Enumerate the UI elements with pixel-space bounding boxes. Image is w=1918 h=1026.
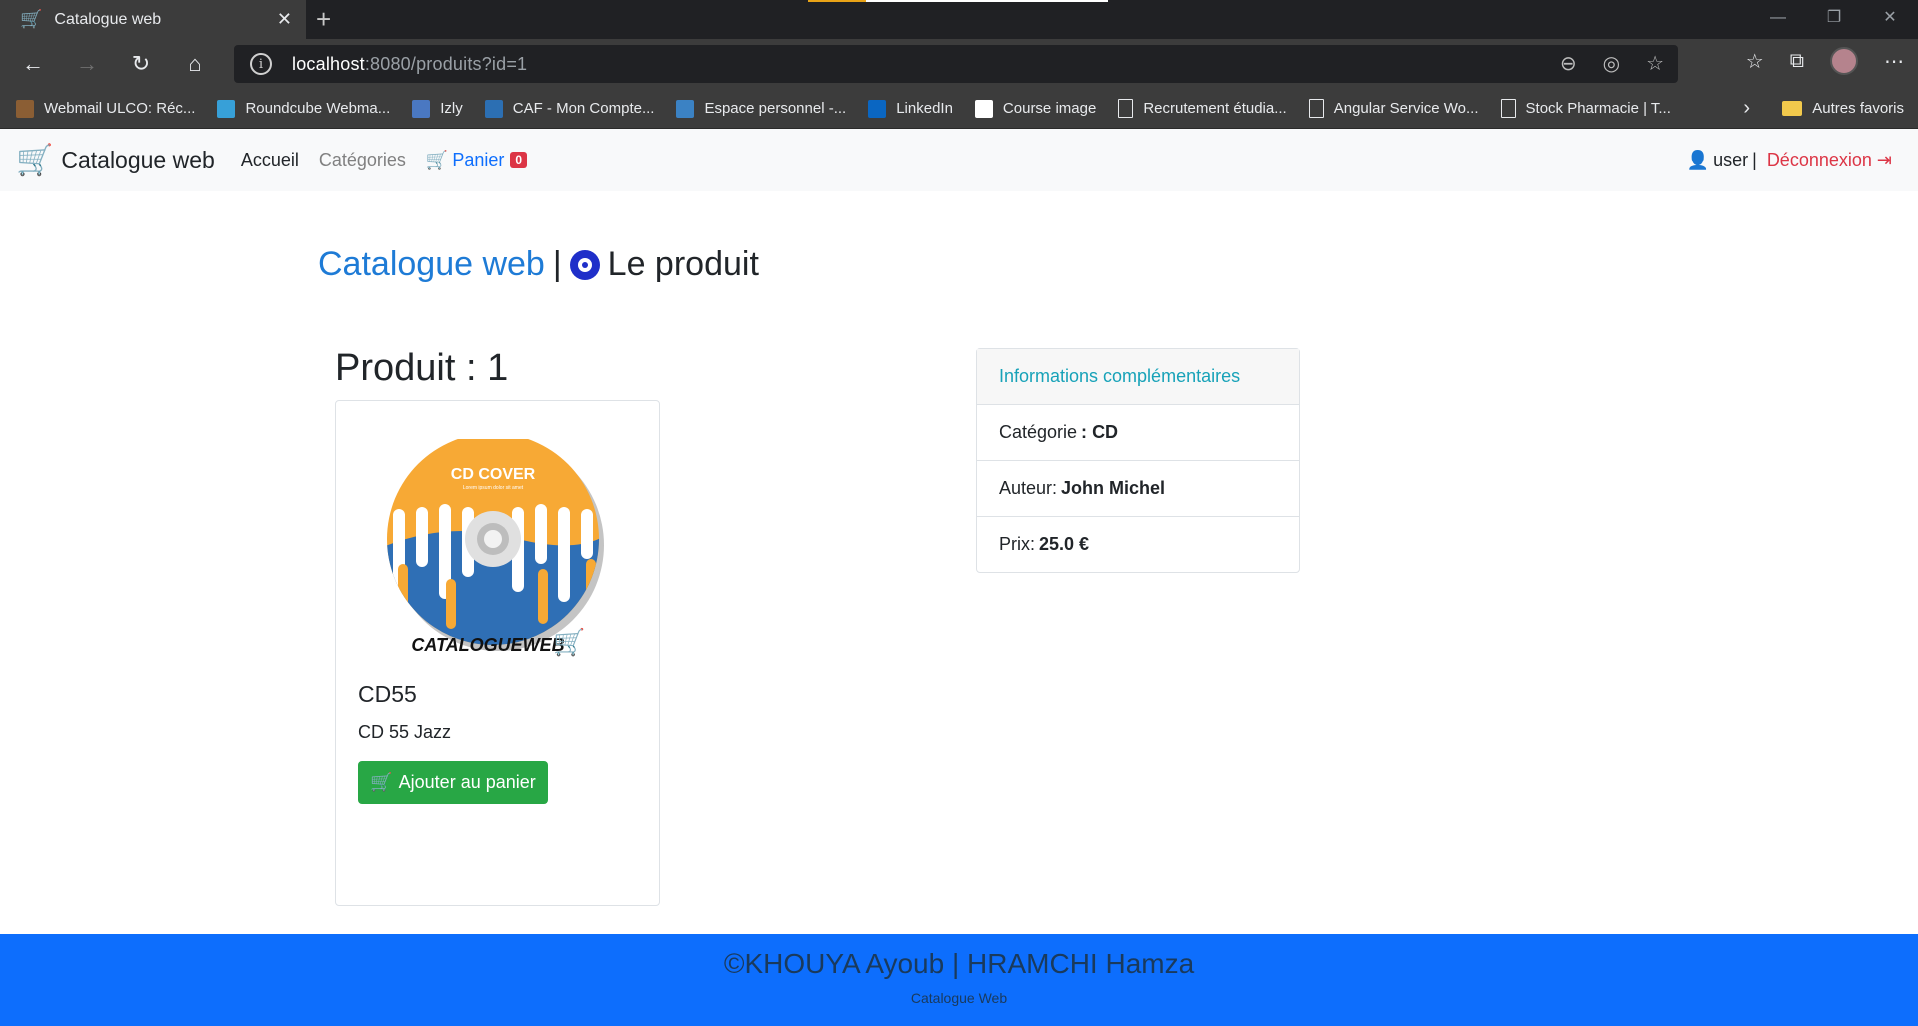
- heading-separator: |: [552, 245, 562, 283]
- product-title: Produit : 1: [335, 347, 509, 389]
- cart-label: Panier: [452, 149, 505, 170]
- nav-link-home[interactable]: Accueil: [241, 150, 299, 171]
- izly-icon: [412, 99, 431, 118]
- toolbar-right: ☆ ⧉ ⋯: [1746, 47, 1904, 75]
- address-bar[interactable]: i localhost:8080/produits?id=1 ⊖ ◎ ☆: [234, 45, 1678, 83]
- browser-tab[interactable]: 🛒 Catalogue web ✕: [0, 0, 306, 39]
- page-footer: ©KHOUYA Ayoub | HRAMCHI Hamza Catalogue …: [0, 934, 1918, 1026]
- minimize-icon[interactable]: —: [1750, 0, 1806, 39]
- profile-avatar[interactable]: [1830, 47, 1858, 75]
- favorite-star-icon[interactable]: ☆: [1646, 51, 1664, 76]
- bookmark-item[interactable]: Espace personnel -...: [676, 99, 846, 118]
- folder-icon: [1782, 101, 1803, 116]
- bookmark-item[interactable]: Webmail ULCO: Réc...: [16, 99, 195, 118]
- bookmark-item[interactable]: LinkedIn: [868, 99, 953, 118]
- user-icon: 👤: [1686, 149, 1710, 170]
- bookmark-item[interactable]: Roundcube Webma...: [217, 99, 390, 118]
- close-tab-icon[interactable]: ✕: [277, 9, 292, 30]
- address-actions: ⊖ ◎ ☆: [1560, 51, 1664, 76]
- username: user: [1713, 149, 1749, 170]
- brand-label: Catalogue web: [61, 146, 215, 173]
- browser-toolbar: ← → ↻ ⌂ i localhost:8080/produits?id=1 ⊖…: [0, 39, 1918, 89]
- bookmark-item[interactable]: Stock Pharmacie | T...: [1500, 99, 1671, 118]
- footer-credits: ©KHOUYA Ayoub | HRAMCHI Hamza: [723, 948, 1195, 979]
- product-card: CD COVER Lorem ipsum dolor sit amet CATA…: [335, 400, 660, 906]
- cart-logo-icon: 🛒: [16, 143, 54, 177]
- web-page: 🛒 Catalogue web Accueil Catégories 🛒 Pan…: [0, 129, 1918, 1026]
- heading-brand[interactable]: Catalogue web: [318, 245, 545, 284]
- browser-titlebar: 🛒 Catalogue web ✕ + — ❐ ✕: [0, 0, 1918, 39]
- cart-icon: 🛒: [370, 772, 393, 792]
- bookmark-item[interactable]: Izly: [412, 99, 463, 118]
- new-tab-icon[interactable]: +: [316, 4, 331, 34]
- heading-title: Le produit: [607, 245, 759, 283]
- product-image: CD COVER Lorem ipsum dolor sit amet CATA…: [387, 439, 604, 657]
- bookmarks-overflow-icon[interactable]: ›: [1743, 97, 1750, 120]
- caf-icon: [484, 99, 503, 118]
- sign-out-icon: ⇥: [1876, 149, 1892, 170]
- bookmark-item[interactable]: Angular Service Wo...: [1308, 99, 1479, 118]
- other-favorites-folder[interactable]: Autres favoris: [1782, 100, 1904, 117]
- ulco-icon: [16, 99, 34, 118]
- app-navbar: 🛒 Catalogue web Accueil Catégories 🛒 Pan…: [0, 129, 1918, 191]
- more-menu-icon[interactable]: ⋯: [1884, 49, 1904, 74]
- catalogue-logo-text: CATALOGUEWEB: [411, 635, 564, 655]
- nav-user-area: 👤 user | Déconnexion ⇥: [1687, 150, 1892, 171]
- forward-icon[interactable]: →: [66, 43, 108, 85]
- nav-separator: |: [1752, 149, 1757, 170]
- info-price: Prix: 25.0 €: [999, 534, 1090, 554]
- linkedin-icon: [868, 99, 887, 118]
- tab-title: Catalogue web: [54, 10, 162, 28]
- espace-icon: [676, 99, 695, 118]
- info-category: Catégorie : CD: [977, 405, 1299, 461]
- close-window-icon[interactable]: ✕: [1862, 0, 1918, 39]
- cd-cover-subtext: Lorem ipsum dolor sit amet: [463, 485, 524, 491]
- page-heading: Catalogue web | Le produit: [318, 245, 759, 284]
- logo-cart-icon: 🛒: [553, 627, 585, 657]
- bookmark-item[interactable]: Course image: [974, 99, 1096, 118]
- course-icon: [974, 99, 993, 118]
- bookmarks-bar: Webmail ULCO: Réc... Roundcube Webma... Iz…: [0, 89, 1918, 129]
- window-controls: — ❐ ✕: [1750, 0, 1918, 39]
- disc-icon: [569, 249, 600, 280]
- cart-count-badge: 0: [510, 152, 528, 168]
- zoom-icon[interactable]: ⊖: [1560, 51, 1577, 76]
- home-icon[interactable]: ⌂: [174, 43, 216, 85]
- page-icon: [1500, 99, 1516, 118]
- footer-app-name: Catalogue Web: [910, 990, 1008, 1006]
- product-description: CD 55 Jazz: [358, 722, 452, 742]
- url-text[interactable]: localhost:8080/produits?id=1: [292, 54, 527, 75]
- site-info-icon[interactable]: i: [250, 53, 272, 75]
- tracking-icon[interactable]: ◎: [1603, 51, 1620, 76]
- nav-link-categories[interactable]: Catégories: [319, 150, 406, 171]
- nav-link-cart[interactable]: 🛒 Panier 0: [425, 149, 528, 171]
- logout-link[interactable]: Déconnexion ⇥: [1767, 150, 1892, 171]
- nav-links: Accueil Catégories 🛒 Panier 0: [241, 150, 547, 171]
- navbar-brand[interactable]: 🛒 Catalogue web: [16, 143, 215, 178]
- favorites-icon[interactable]: ☆: [1746, 49, 1764, 74]
- back-icon[interactable]: ←: [12, 43, 54, 85]
- product-name: CD55: [358, 681, 417, 707]
- cd-cover-text: CD COVER: [451, 466, 536, 483]
- roundcube-icon: [217, 99, 236, 118]
- collections-icon[interactable]: ⧉: [1790, 50, 1804, 73]
- page-icon: [1308, 99, 1324, 118]
- info-card-header: Informations complémentaires: [977, 349, 1299, 405]
- basket-icon: 🛒: [425, 149, 449, 170]
- bookmark-item[interactable]: CAF - Mon Compte...: [484, 99, 654, 118]
- info-card: Informations complémentaires Catégorie :…: [976, 348, 1300, 573]
- loading-indicator: [808, 0, 1108, 2]
- refresh-icon[interactable]: ↻: [120, 43, 162, 85]
- page-icon: [1118, 99, 1134, 118]
- info-author: Auteur: John Michel: [977, 461, 1299, 517]
- cart-favicon-icon: 🛒: [20, 9, 43, 29]
- add-to-cart-button[interactable]: 🛒 Ajouter au panier: [358, 761, 548, 804]
- bookmark-item[interactable]: Recrutement étudia...: [1118, 99, 1287, 118]
- restore-icon[interactable]: ❐: [1806, 0, 1862, 39]
